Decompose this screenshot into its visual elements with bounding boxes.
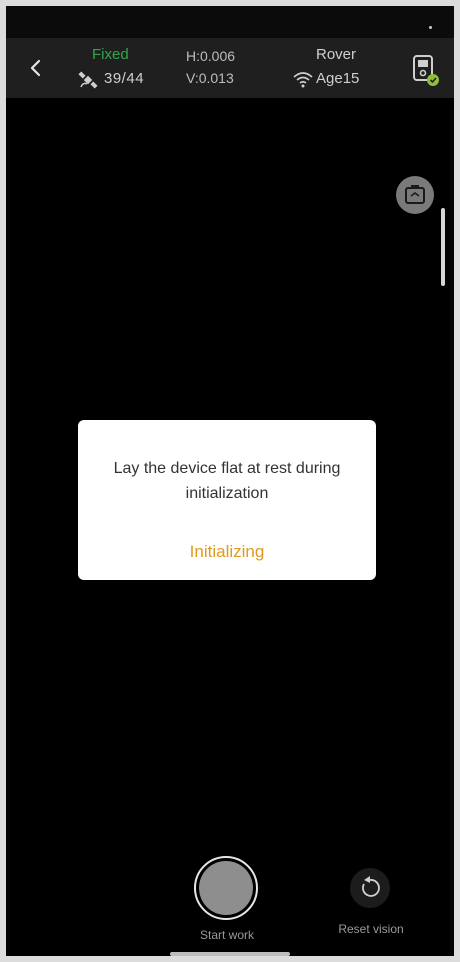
satellite-icon bbox=[78, 71, 98, 89]
wifi-icon bbox=[293, 72, 313, 88]
top-bar: Fixed 39/44 H:0.006 V:0.013 Rover Age15 bbox=[6, 38, 454, 98]
reset-vision-label: Reset vision bbox=[338, 922, 404, 936]
satellite-status[interactable]: Fixed 39/44 bbox=[76, 44, 166, 94]
horizontal-precision: H:0.006 bbox=[186, 48, 236, 64]
rover-status[interactable]: Rover Age15 bbox=[290, 44, 380, 94]
back-button[interactable] bbox=[22, 54, 50, 82]
start-work-label: Start work bbox=[199, 928, 254, 942]
initializing-status: Initializing bbox=[189, 542, 265, 561]
fix-status-label: Fixed bbox=[92, 46, 129, 63]
home-indicator[interactable] bbox=[170, 952, 290, 956]
chevron-left-icon bbox=[30, 59, 41, 77]
device-button[interactable] bbox=[410, 54, 440, 88]
reset-icon bbox=[362, 876, 380, 897]
mode-label: Rover bbox=[316, 46, 357, 63]
precision-info: H:0.006 V:0.013 bbox=[186, 44, 266, 94]
status-dot bbox=[429, 26, 432, 29]
start-work-button[interactable] bbox=[194, 856, 258, 920]
vertical-precision: V:0.013 bbox=[186, 70, 234, 86]
scrollbar[interactable] bbox=[441, 208, 445, 286]
status-bar bbox=[6, 6, 454, 38]
device-icon bbox=[413, 55, 439, 86]
initialization-dialog: Lay the device flat at rest during initi… bbox=[78, 420, 376, 580]
camera-switch-button[interactable] bbox=[396, 176, 434, 214]
camera-view: Fixed 39/44 H:0.006 V:0.013 Rover Age15 bbox=[6, 6, 454, 956]
shutter-inner bbox=[199, 861, 253, 915]
dialog-message: Lay the device flat at rest during initi… bbox=[113, 460, 341, 502]
satellite-count: 39/44 bbox=[104, 70, 145, 87]
age-label: Age15 bbox=[316, 70, 360, 87]
reset-vision-button[interactable] bbox=[350, 868, 390, 908]
camera-switch-icon bbox=[405, 185, 425, 204]
